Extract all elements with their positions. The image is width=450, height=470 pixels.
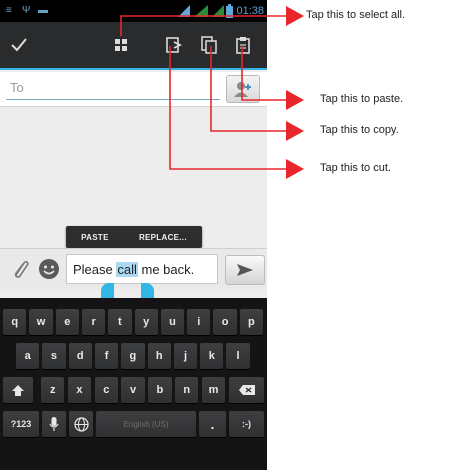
cut-callout: Tap this to cut. [320,162,391,174]
cut-arrow [169,46,304,179]
paste-callout: Tap this to paste. [320,93,404,105]
select-all-arrow [120,6,304,36]
annotation-arrows [120,6,304,179]
paste-arrow [241,46,304,110]
select-all-callout: Tap this to select all. [306,9,406,21]
copy-callout: Tap this to copy. [320,124,399,136]
